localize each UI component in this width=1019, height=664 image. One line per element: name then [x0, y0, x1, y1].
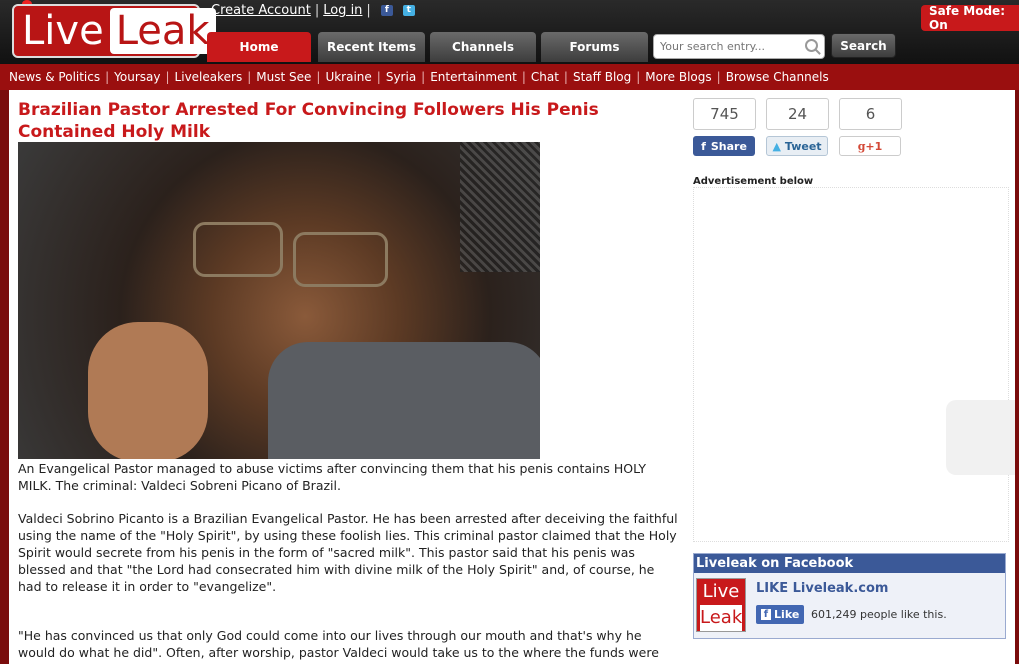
article-photo[interactable]	[18, 142, 540, 459]
divider: |	[636, 70, 641, 84]
nav-item-liveleakers[interactable]: Liveleakers	[175, 70, 243, 84]
facebook-box-title: Liveleak on Facebook	[694, 554, 1005, 573]
photo-glasses-right	[293, 232, 388, 287]
search-button[interactable]: Search	[831, 33, 896, 58]
category-nav: News & Politics | Yoursay | Liveleakers | M…	[0, 64, 1019, 90]
facebook-box-logo-bottom: Leak	[700, 605, 742, 631]
twitter-share-button[interactable]: ▲ Tweet	[766, 136, 828, 156]
nav-item-chat[interactable]: Chat	[531, 70, 559, 84]
facebook-like-box: Liveleak on Facebook Live Leak LIKE Live…	[693, 553, 1006, 639]
photo-car-seat	[268, 342, 540, 459]
facebook-icon: f	[760, 609, 772, 620]
tab-home-label: Home	[239, 40, 279, 54]
twitter-share-count: 24	[766, 98, 829, 130]
site-logo[interactable]: Live Leak	[12, 4, 216, 58]
twitter-bird-icon: ▲	[772, 139, 781, 153]
search-field	[653, 34, 825, 59]
divider: |	[366, 3, 371, 18]
search-icon[interactable]	[805, 39, 818, 52]
facebook-box-logo[interactable]: Live Leak	[696, 578, 746, 632]
facebook-icon: f	[701, 139, 706, 153]
twitter-icon[interactable]: t	[402, 5, 415, 16]
search-input[interactable]	[654, 35, 794, 58]
divider: |	[376, 70, 381, 84]
facebook-icon[interactable]: f	[380, 5, 393, 16]
article-paragraph: An Evangelical Pastor managed to abuse v…	[18, 461, 647, 493]
nav-item-news-politics[interactable]: News & Politics	[9, 70, 100, 84]
nav-item-ukraine[interactable]: Ukraine	[325, 70, 371, 84]
create-account-link[interactable]: Create Account	[211, 3, 311, 18]
divider: |	[563, 70, 568, 84]
site-header: Live Leak Create Account | Log in | f t …	[0, 0, 1019, 64]
account-links: Create Account | Log in | f t	[211, 3, 415, 18]
google-plus-button[interactable]: g +1	[839, 136, 901, 156]
tab-recent-items-label: Recent Items	[326, 40, 417, 54]
nav-item-staff-blog[interactable]: Staff Blog	[573, 70, 631, 84]
advertisement-label: Advertisement below	[693, 176, 814, 187]
advertisement-box	[693, 187, 1009, 542]
nav-item-browse-channels[interactable]: Browse Channels	[726, 70, 829, 84]
nav-item-must-see[interactable]: Must See	[256, 70, 311, 84]
facebook-share-label: Share	[710, 139, 747, 153]
tab-channels[interactable]: Channels	[430, 32, 536, 62]
divider: |	[247, 70, 252, 84]
safe-mode-toggle[interactable]: Safe Mode: On	[921, 4, 1019, 32]
facebook-like-link[interactable]: LIKE Liveleak.com	[756, 581, 888, 596]
tab-home[interactable]: Home	[207, 32, 311, 62]
facebook-like-label: Like	[774, 608, 800, 621]
twitter-share-label: Tweet	[784, 139, 822, 153]
logo-leak-text: Leak	[109, 8, 216, 54]
logo-live-text: Live	[22, 8, 104, 54]
divider: |	[521, 70, 526, 84]
tab-forums[interactable]: Forums	[541, 32, 648, 62]
divider: |	[421, 70, 426, 84]
nav-item-syria[interactable]: Syria	[386, 70, 416, 84]
facebook-share-button[interactable]: f Share	[693, 136, 755, 156]
google-plus-label: +1	[865, 139, 883, 153]
nav-item-more-blogs[interactable]: More Blogs	[645, 70, 711, 84]
facebook-like-count: 601,249 people like this.	[811, 608, 947, 621]
divider: |	[716, 70, 721, 84]
facebook-share-count: 745	[693, 98, 756, 130]
google-share-count: 6	[839, 98, 902, 130]
photo-hand	[88, 322, 208, 459]
divider: |	[165, 70, 170, 84]
article-paragraph: Valdeci Sobrino Picanto is a Brazilian E…	[18, 511, 678, 594]
main-content: Brazilian Pastor Arrested For Convincing…	[9, 90, 1015, 664]
article-paragraph: "He has convinced us that only God could…	[18, 628, 659, 660]
floating-widget[interactable]	[946, 400, 1015, 475]
tab-recent-items[interactable]: Recent Items	[318, 32, 425, 62]
divider: |	[105, 70, 110, 84]
photo-glasses-left	[193, 222, 283, 277]
facebook-like-button[interactable]: f Like	[756, 605, 804, 624]
login-link[interactable]: Log in	[323, 3, 362, 18]
google-plus-icon: g	[857, 139, 866, 153]
photo-background-mesh	[460, 142, 540, 272]
divider: |	[316, 70, 321, 84]
divider: |	[314, 3, 320, 18]
nav-item-yoursay[interactable]: Yoursay	[114, 70, 160, 84]
nav-item-entertainment[interactable]: Entertainment	[430, 70, 517, 84]
tab-channels-label: Channels	[452, 40, 514, 54]
tab-forums-label: Forums	[569, 40, 620, 54]
article-title[interactable]: Brazilian Pastor Arrested For Convincing…	[18, 99, 638, 143]
facebook-box-logo-top: Live	[702, 581, 740, 602]
